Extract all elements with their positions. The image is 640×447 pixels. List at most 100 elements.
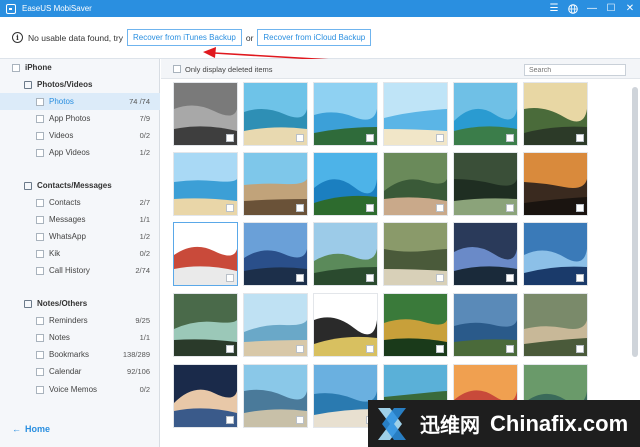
sidebar-root-iphone[interactable]: iPhone bbox=[0, 59, 160, 76]
thumbnail-checkbox[interactable] bbox=[296, 134, 304, 142]
thumbnail-checkbox[interactable] bbox=[506, 345, 514, 353]
deleted-only-checkbox[interactable] bbox=[173, 65, 181, 73]
home-link[interactable]: ← Home bbox=[12, 424, 50, 434]
sidebar-item-notes[interactable]: Notes 1/1 bbox=[0, 329, 160, 346]
photo-thumbnail[interactable] bbox=[243, 222, 308, 286]
checkbox[interactable] bbox=[36, 266, 44, 275]
photo-thumbnail[interactable] bbox=[173, 222, 238, 286]
thumbnail-checkbox[interactable] bbox=[226, 204, 234, 212]
sidebar-item-call-history[interactable]: Call History 2/74 bbox=[0, 262, 160, 279]
photo-thumbnail[interactable] bbox=[173, 293, 238, 357]
photo-thumbnail[interactable] bbox=[523, 222, 588, 286]
sidebar-group-photos-videos[interactable]: Photos/Videos bbox=[0, 76, 160, 93]
photo-thumbnail[interactable] bbox=[173, 152, 238, 216]
search-input[interactable] bbox=[524, 64, 626, 76]
checkbox[interactable] bbox=[36, 232, 44, 241]
recover-icloud-button[interactable]: Recover from iCloud Backup bbox=[257, 29, 372, 46]
checkbox[interactable] bbox=[36, 131, 44, 140]
sidebar-item-app-photos[interactable]: App Photos 7/9 bbox=[0, 110, 160, 127]
thumbnail-checkbox[interactable] bbox=[506, 274, 514, 282]
checkbox[interactable] bbox=[36, 97, 44, 106]
thumbnail-checkbox[interactable] bbox=[226, 416, 234, 424]
photo-thumbnail[interactable] bbox=[173, 82, 238, 146]
checkbox[interactable] bbox=[36, 316, 44, 325]
thumbnail-checkbox[interactable] bbox=[366, 274, 374, 282]
photo-thumbnail[interactable] bbox=[243, 364, 308, 428]
thumbnail-checkbox[interactable] bbox=[576, 134, 584, 142]
photo-thumbnail[interactable] bbox=[313, 82, 378, 146]
menu-icon[interactable]: ☰ bbox=[548, 3, 560, 15]
thumbnail-checkbox[interactable] bbox=[226, 134, 234, 142]
maximize-icon[interactable]: ☐ bbox=[605, 3, 617, 15]
thumbnail-checkbox[interactable] bbox=[226, 345, 234, 353]
sidebar-item-bookmarks[interactable]: Bookmarks 138/289 bbox=[0, 346, 160, 363]
thumbnail-checkbox[interactable] bbox=[366, 134, 374, 142]
thumbnail-checkbox[interactable] bbox=[296, 274, 304, 282]
checkbox[interactable] bbox=[36, 350, 44, 359]
notice-bar: i No usable data found, try Recover from… bbox=[0, 17, 640, 59]
photo-thumbnail[interactable] bbox=[383, 152, 448, 216]
thumbnail-checkbox[interactable] bbox=[576, 274, 584, 282]
recover-itunes-button[interactable]: Recover from iTunes Backup bbox=[126, 29, 242, 46]
thumbnail-checkbox[interactable] bbox=[576, 204, 584, 212]
globe-icon[interactable] bbox=[567, 3, 579, 15]
sidebar-item-whatsapp[interactable]: WhatsApp 1/2 bbox=[0, 228, 160, 245]
checkbox[interactable] bbox=[36, 215, 44, 224]
thumbnail-checkbox[interactable] bbox=[436, 345, 444, 353]
photo-thumbnail[interactable] bbox=[383, 82, 448, 146]
sidebar-item-calendar[interactable]: Calendar 92/106 bbox=[0, 363, 160, 380]
photo-thumbnail[interactable] bbox=[453, 293, 518, 357]
thumbnail-checkbox[interactable] bbox=[296, 204, 304, 212]
checkbox[interactable] bbox=[36, 333, 44, 342]
photo-thumbnail[interactable] bbox=[453, 152, 518, 216]
thumbnail-checkbox[interactable] bbox=[436, 204, 444, 212]
checkbox[interactable] bbox=[36, 249, 44, 258]
checkbox[interactable] bbox=[36, 385, 44, 394]
checkbox[interactable] bbox=[12, 63, 20, 72]
photo-thumbnail[interactable] bbox=[453, 222, 518, 286]
thumbnail-checkbox[interactable] bbox=[576, 345, 584, 353]
thumbnail-checkbox[interactable] bbox=[296, 345, 304, 353]
photo-thumbnail[interactable] bbox=[243, 152, 308, 216]
photo-thumbnail[interactable] bbox=[243, 293, 308, 357]
photo-thumbnail[interactable] bbox=[313, 222, 378, 286]
thumbnail-checkbox[interactable] bbox=[506, 204, 514, 212]
photo-thumbnail[interactable] bbox=[173, 364, 238, 428]
close-icon[interactable]: ✕ bbox=[624, 3, 636, 15]
thumbnail-checkbox[interactable] bbox=[366, 345, 374, 353]
thumbnail-checkbox[interactable] bbox=[296, 416, 304, 424]
item-count: 0/2 bbox=[139, 131, 150, 140]
thumbnail-checkbox[interactable] bbox=[436, 134, 444, 142]
photo-thumbnail[interactable] bbox=[383, 222, 448, 286]
photo-thumbnail[interactable] bbox=[523, 293, 588, 357]
sidebar-group-contacts-messages[interactable]: Contacts/Messages bbox=[0, 177, 160, 194]
thumbnail-checkbox[interactable] bbox=[506, 134, 514, 142]
sidebar-group-notes-others[interactable]: Notes/Others bbox=[0, 295, 160, 312]
photo-thumbnail[interactable] bbox=[453, 82, 518, 146]
photo-thumbnail[interactable] bbox=[523, 82, 588, 146]
checkbox[interactable] bbox=[36, 114, 44, 123]
sidebar-item-kik[interactable]: Kik 0/2 bbox=[0, 245, 160, 262]
minimize-icon[interactable]: — bbox=[586, 3, 598, 15]
sidebar-item-reminders[interactable]: Reminders 9/25 bbox=[0, 312, 160, 329]
photo-thumbnail[interactable] bbox=[383, 293, 448, 357]
sidebar-item-app-videos[interactable]: App Videos 1/2 bbox=[0, 144, 160, 161]
group-label: Notes/Others bbox=[37, 299, 88, 308]
scrollbar[interactable] bbox=[632, 87, 638, 357]
photo-thumbnail[interactable] bbox=[313, 293, 378, 357]
photo-thumbnail[interactable] bbox=[243, 82, 308, 146]
checkbox[interactable] bbox=[36, 198, 44, 207]
sidebar-item-messages[interactable]: Messages 1/1 bbox=[0, 211, 160, 228]
sidebar-item-videos[interactable]: Videos 0/2 bbox=[0, 127, 160, 144]
checkbox[interactable] bbox=[36, 367, 44, 376]
photo-thumbnail[interactable] bbox=[313, 152, 378, 216]
window-controls: ☰ — ☐ ✕ bbox=[548, 0, 636, 17]
sidebar-item-voice-memos[interactable]: Voice Memos 0/2 bbox=[0, 381, 160, 398]
sidebar-item-photos[interactable]: Photos 74 /74 bbox=[0, 93, 160, 110]
thumbnail-checkbox[interactable] bbox=[436, 274, 444, 282]
thumbnail-checkbox[interactable] bbox=[226, 274, 234, 282]
sidebar-item-contacts[interactable]: Contacts 2/7 bbox=[0, 194, 160, 211]
checkbox[interactable] bbox=[36, 148, 44, 157]
photo-thumbnail[interactable] bbox=[523, 152, 588, 216]
thumbnail-checkbox[interactable] bbox=[366, 204, 374, 212]
